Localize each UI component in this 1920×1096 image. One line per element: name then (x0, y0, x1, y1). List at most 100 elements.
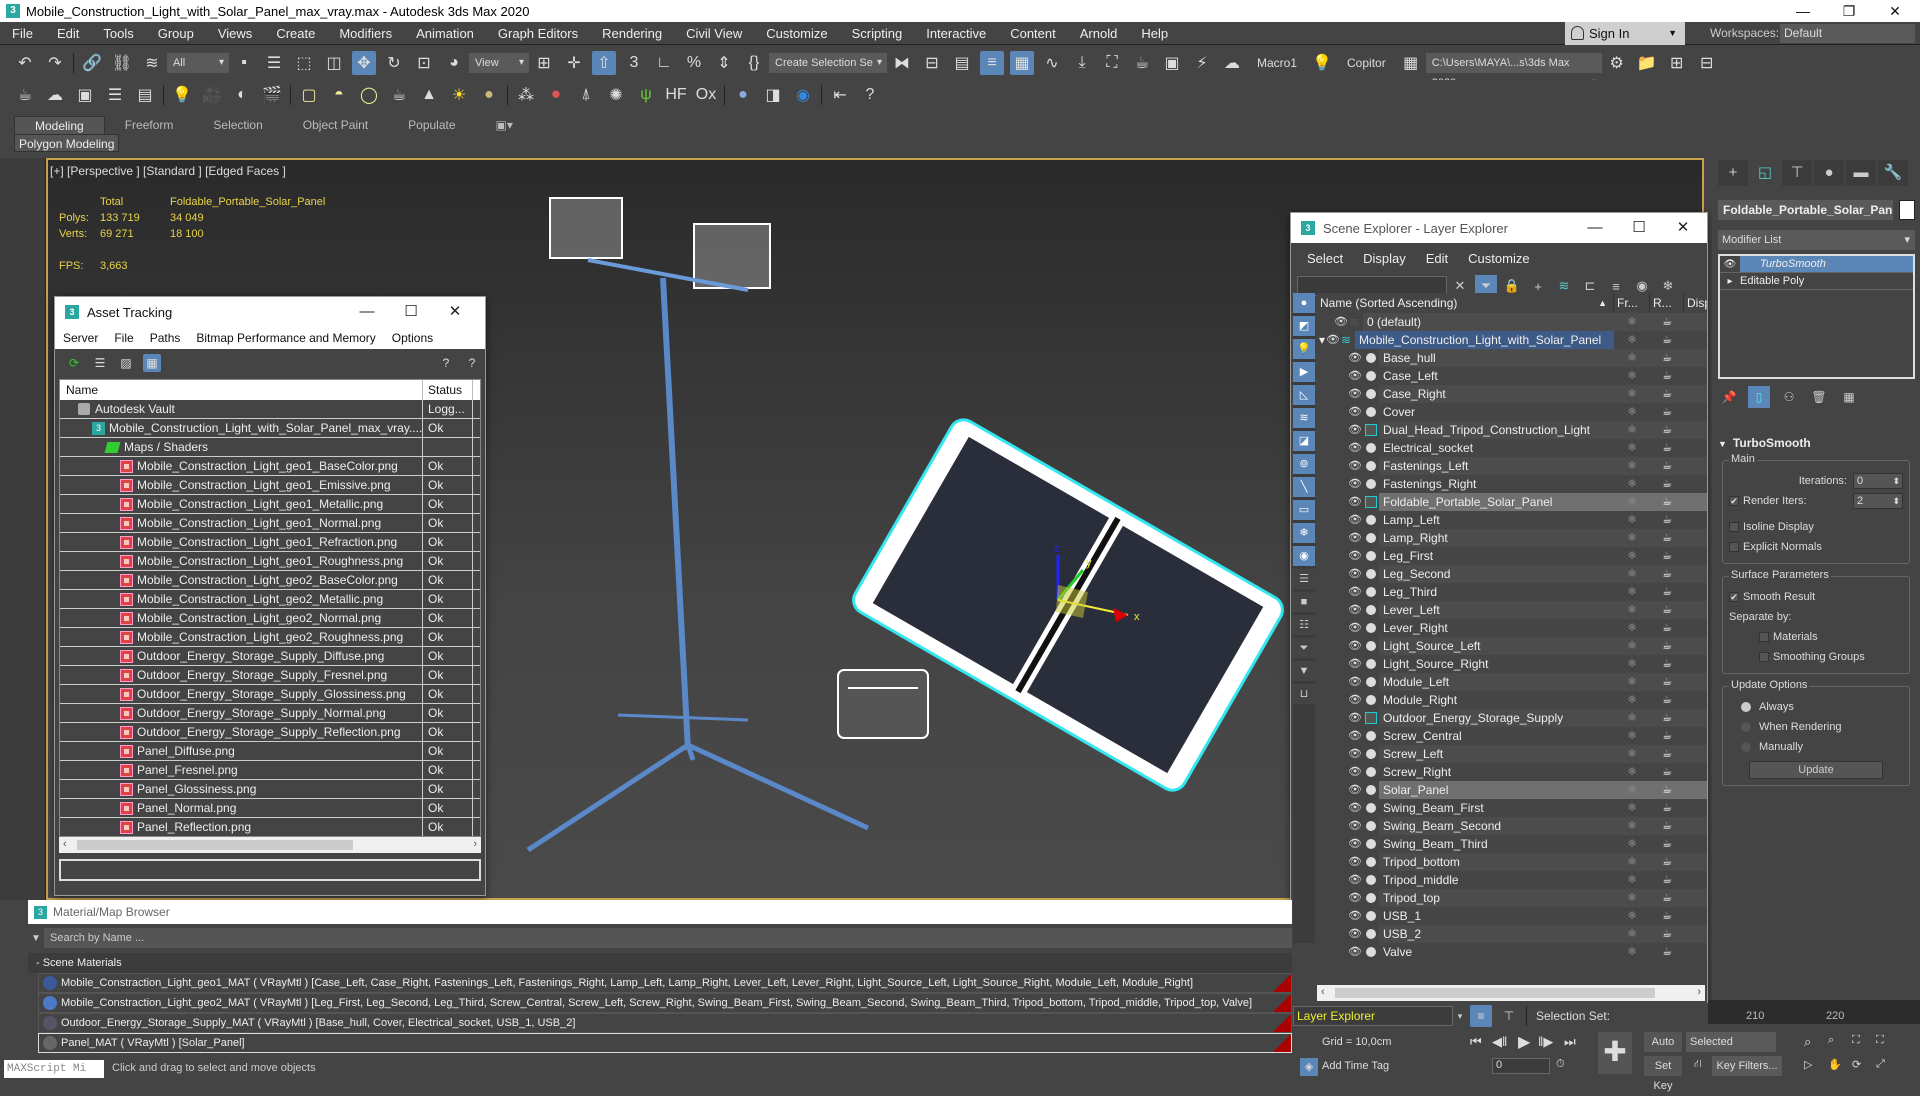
freeze-icon[interactable]: ❄ (1614, 637, 1650, 655)
renderable-icon[interactable]: ☕ (1650, 439, 1684, 457)
renderable-icon[interactable]: ☕ (1650, 691, 1684, 709)
freeze-icon[interactable]: ❄ (1614, 367, 1650, 385)
renderable-icon[interactable]: ☕ (1650, 457, 1684, 475)
align-icon[interactable]: ⊟ (920, 51, 944, 75)
freeze-icon[interactable]: ❄ (1614, 655, 1650, 673)
tab-populate[interactable]: Populate (388, 116, 475, 134)
filter-helpers-icon[interactable]: ◺ (1293, 385, 1315, 405)
project-structure-icon[interactable]: ⊞ (1665, 51, 1689, 75)
renderable-icon[interactable]: ☕ (1650, 655, 1684, 673)
render-region-icon[interactable]: ◉ (791, 83, 815, 107)
make-unique-icon[interactable]: ⚇ (1778, 386, 1800, 408)
ref-coord-dropdown[interactable]: View (469, 53, 529, 73)
menu-group[interactable]: Group (146, 22, 206, 45)
menu-paths[interactable]: Paths (142, 331, 189, 345)
menu-edit[interactable]: Edit (1416, 251, 1458, 266)
eye-icon[interactable]: 👁 (1333, 313, 1349, 331)
object-row[interactable]: 👁 Outdoor_Energy_Storage_Supply ❄ ☕ (1317, 709, 1707, 727)
menu-options[interactable]: Options (384, 331, 441, 345)
filter-geometry-icon[interactable]: ● (1293, 293, 1315, 313)
light-dome-icon[interactable]: ◓ (327, 83, 351, 107)
render-window-icon[interactable]: ▣ (73, 83, 97, 107)
object-row[interactable]: 👁 Valve ❄ ☕ (1317, 943, 1707, 961)
filter-bones-icon[interactable]: ╲ (1293, 477, 1315, 497)
renderable-icon[interactable]: ☕ (1650, 601, 1684, 619)
renderable-icon[interactable]: ☕ (1650, 889, 1684, 907)
play-icon[interactable]: ▶ (1518, 1032, 1530, 1052)
renderable-icon[interactable]: ☕ (1650, 817, 1684, 835)
asset-row[interactable]: Autodesk Vault Logg... (60, 400, 480, 419)
camera-match-icon[interactable]: ◐ (230, 83, 254, 107)
redo-icon[interactable]: ↷ (43, 51, 67, 75)
object-row[interactable]: 👁 Light_Source_Left ❄ ☕ (1317, 637, 1707, 655)
eye-icon[interactable]: 👁 (1347, 799, 1363, 817)
object-row[interactable]: 👁 Dual_Head_Tripod_Construction_Light ❄ ☕ (1317, 421, 1707, 439)
add-time-tag-button[interactable]: Add Time Tag (1322, 1060, 1389, 1072)
hierarchy-tab-icon[interactable]: ⊤ (1782, 160, 1812, 186)
freeze-icon[interactable]: ❄ (1614, 547, 1650, 565)
eye-icon[interactable]: 👁 (1347, 691, 1363, 709)
explicit-normals-checkbox[interactable] (1729, 542, 1739, 552)
object-row[interactable]: 👁 Screw_Right ❄ ☕ (1317, 763, 1707, 781)
freeze-icon[interactable]: ❄ (1614, 331, 1650, 349)
renderable-icon[interactable]: ☕ (1650, 331, 1684, 349)
render-cloud-icon[interactable]: ☁ (1220, 51, 1244, 75)
render-iters-spinner[interactable]: 2 (1853, 493, 1903, 509)
asset-row[interactable]: Outdoor_Energy_Storage_Supply_Diffuse.pn… (60, 647, 480, 666)
eye-icon[interactable]: 👁 (1347, 619, 1363, 637)
zoom-extents-all-icon[interactable]: ⛶ (1876, 1034, 1884, 1047)
hair-fur-icon[interactable]: HF (664, 83, 688, 107)
eye-icon[interactable]: 👁 (1347, 529, 1363, 547)
renderable-icon[interactable]: ☕ (1650, 367, 1684, 385)
settings-panel-icon[interactable]: ▤ (133, 83, 157, 107)
auto-key-button[interactable]: Auto Key (1644, 1032, 1682, 1068)
stack-item-editable-poly[interactable]: ▸ Editable Poly (1720, 273, 1913, 290)
eye-icon[interactable]: 👁 (1347, 439, 1363, 457)
object-row[interactable]: 👁 Light_Source_Right ❄ ☕ (1317, 655, 1707, 673)
eye-icon[interactable]: 👁 (1347, 421, 1363, 439)
update-button[interactable]: Update (1749, 761, 1883, 779)
menu-views[interactable]: Views (206, 22, 264, 45)
object-color-swatch[interactable] (1899, 200, 1915, 220)
key-filters-button[interactable]: Key Filters... (1712, 1056, 1782, 1076)
light-sphere-icon[interactable]: ◯ (357, 83, 381, 107)
eye-icon[interactable]: 👁 (1347, 511, 1363, 529)
renderable-icon[interactable]: ☕ (1650, 619, 1684, 637)
rollout-header[interactable]: ▼ TurboSmooth (1718, 434, 1914, 452)
smoothing-groups-checkbox[interactable] (1759, 652, 1769, 662)
menu-rendering[interactable]: Rendering (590, 22, 674, 45)
grass-icon[interactable]: ψ (634, 83, 658, 107)
menu-graph-editors[interactable]: Graph Editors (486, 22, 590, 45)
eye-icon[interactable]: 👁 (1347, 385, 1363, 403)
freeze-icon[interactable]: ❄ (1614, 763, 1650, 781)
window-crossing-icon[interactable]: ◫ (322, 51, 346, 75)
scrollbar-thumb[interactable] (1335, 988, 1655, 998)
named-selection-dropdown[interactable]: Create Selection Se (769, 53, 887, 73)
macro1-button[interactable]: Macro1 (1257, 56, 1297, 70)
current-frame-field[interactable]: 0 (1492, 1058, 1550, 1074)
pin-stack-icon[interactable]: 📌 (1718, 386, 1740, 408)
freeze-icon[interactable]: ❄ (1614, 835, 1650, 853)
table-view-icon[interactable]: ▦ (143, 354, 161, 372)
object-row[interactable]: 👁 Swing_Beam_Second ❄ ☕ (1317, 817, 1707, 835)
list-panel-icon[interactable]: ☰ (103, 83, 127, 107)
object-row[interactable]: 👁 Electrical_socket ❄ ☕ (1317, 439, 1707, 457)
light-lister-icon[interactable]: 💡 (170, 83, 194, 107)
next-frame-icon[interactable]: ‖▶ (1538, 1034, 1553, 1050)
previous-frame-icon[interactable]: ◀‖ (1492, 1034, 1507, 1050)
iterations-spinner[interactable]: 0 (1853, 473, 1903, 489)
select-place-icon[interactable]: ◕ (442, 51, 466, 75)
eye-icon[interactable]: 👁 (1347, 457, 1363, 475)
material-item[interactable]: Outdoor_Energy_Storage_Supply_MAT ( VRay… (38, 1013, 1292, 1033)
object-row[interactable]: 👁 Solar_Panel ❄ ☕ (1317, 781, 1707, 799)
object-row[interactable]: 👁 Screw_Central ❄ ☕ (1317, 727, 1707, 745)
eye-icon[interactable]: 👁 (1325, 331, 1341, 349)
molecule-icon[interactable]: ⚫ (544, 83, 568, 107)
menu-civil-view[interactable]: Civil View (674, 22, 754, 45)
timeline-ruler[interactable]: 210 220 (1708, 1000, 1920, 1024)
eye-icon[interactable]: 👁 (1347, 709, 1363, 727)
asset-row[interactable]: Mobile_Constraction_Light_geo1_Normal.pn… (60, 514, 480, 533)
hierarchy-mode-icon[interactable]: ⊤ (1498, 1005, 1520, 1027)
filter-funnel-icon[interactable]: ▼ (1293, 661, 1315, 681)
material-browser-titlebar[interactable]: 3 Material/Map Browser (28, 900, 1292, 924)
